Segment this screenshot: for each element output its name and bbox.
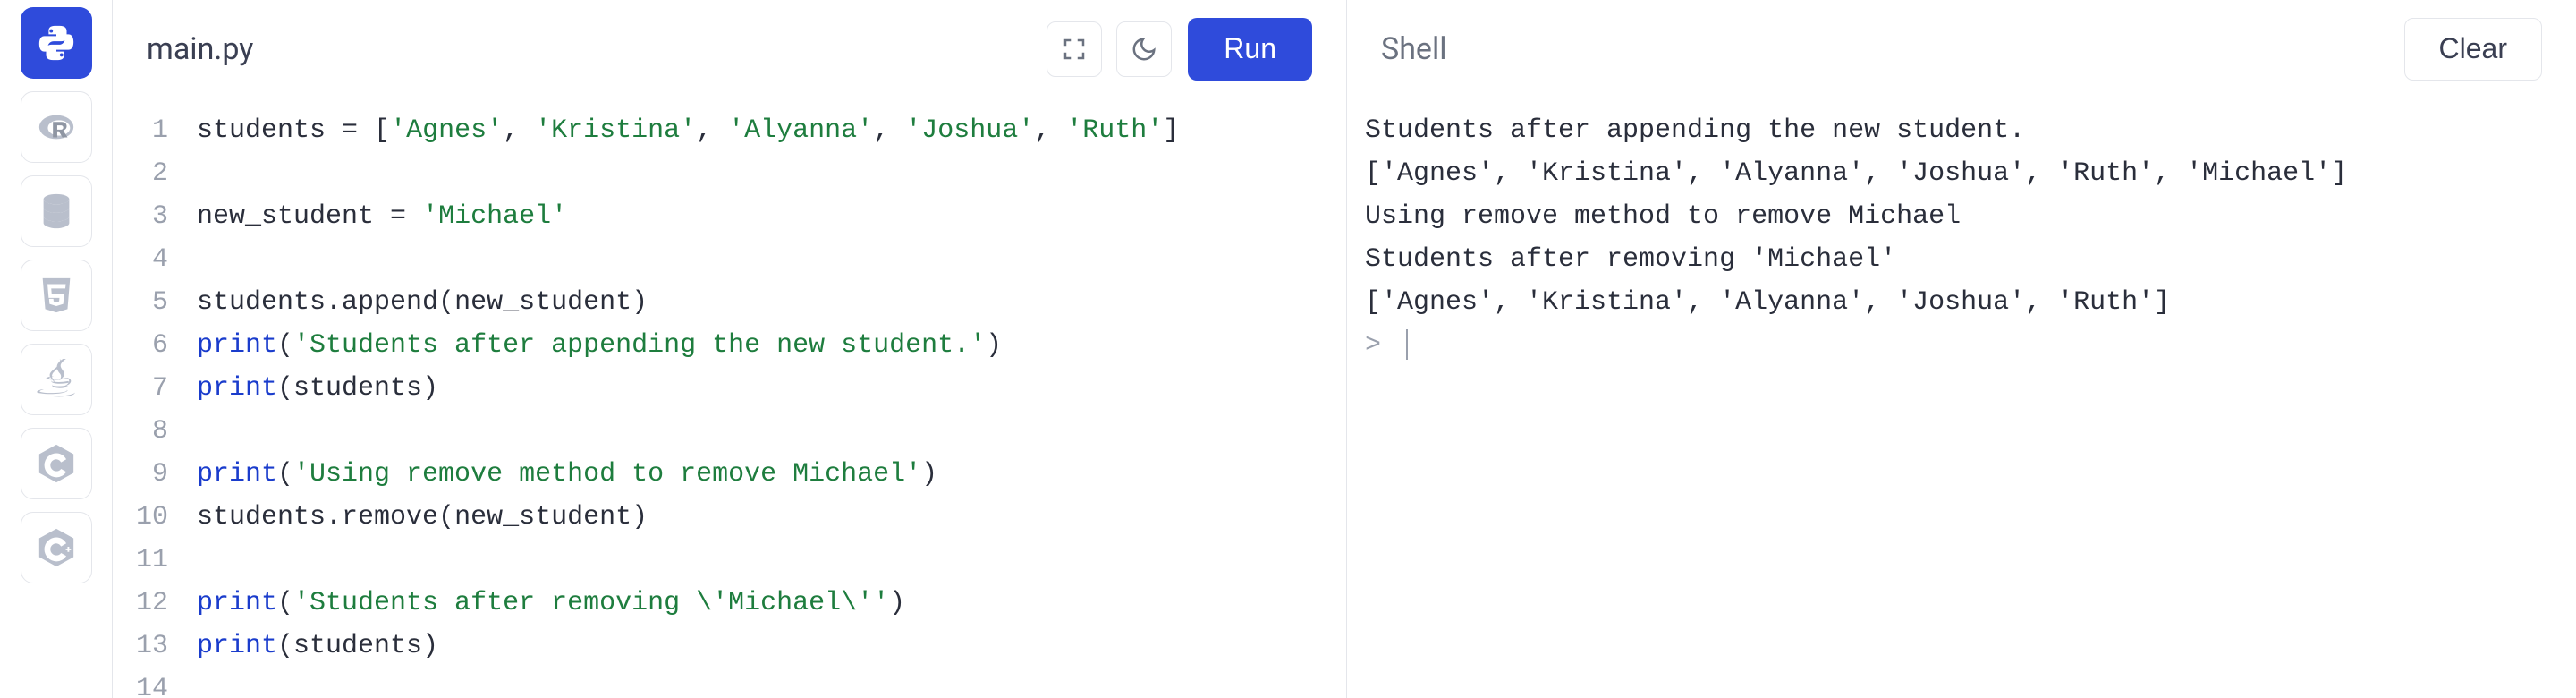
code-line[interactable]: students = ['Agnes', 'Kristina', 'Alyann… [197,109,1346,152]
run-button[interactable]: Run [1188,18,1312,81]
code-line[interactable] [197,539,1346,582]
lang-python-button[interactable] [21,7,92,79]
line-number: 11 [113,539,184,582]
editor-pane: main.py Run 1234567891011121314 students… [113,0,1347,698]
cursor [1406,329,1408,360]
code-line[interactable] [197,410,1346,453]
code-line[interactable] [197,152,1346,195]
shell-line: Students after appending the new student… [1365,109,2558,152]
line-number: 2 [113,152,184,195]
fullscreen-icon[interactable] [1046,21,1102,77]
code-line[interactable] [197,238,1346,281]
line-number: 9 [113,453,184,496]
line-number: 4 [113,238,184,281]
line-number: 13 [113,625,184,668]
code-line[interactable]: print('Students after removing \'Michael… [197,582,1346,625]
code-area[interactable]: 1234567891011121314 students = ['Agnes',… [113,98,1346,698]
lang-java-button[interactable] [21,344,92,415]
line-number: 7 [113,367,184,410]
language-rail [0,0,113,698]
line-number: 1 [113,109,184,152]
code-line[interactable] [197,668,1346,698]
shell-line: Using remove method to remove Michael [1365,195,2558,238]
shell-line: ['Agnes', 'Kristina', 'Alyanna', 'Joshua… [1365,281,2558,324]
code-line[interactable]: students.append(new_student) [197,281,1346,324]
lang-r-button[interactable] [21,91,92,163]
line-number: 10 [113,496,184,539]
line-number: 5 [113,281,184,324]
lang-sql-button[interactable] [21,175,92,247]
code-line[interactable]: print(students) [197,625,1346,668]
theme-toggle-icon[interactable] [1116,21,1172,77]
code-content[interactable]: students = ['Agnes', 'Kristina', 'Alyann… [184,98,1346,698]
shell-line: ['Agnes', 'Kristina', 'Alyanna', 'Joshua… [1365,152,2558,195]
shell-line: Students after removing 'Michael' [1365,238,2558,281]
shell-header: Shell Clear [1347,0,2576,98]
line-number: 3 [113,195,184,238]
line-number: 12 [113,582,184,625]
line-number: 8 [113,410,184,453]
code-line[interactable]: print(students) [197,367,1346,410]
code-line[interactable]: students.remove(new_student) [197,496,1346,539]
line-number: 6 [113,324,184,367]
editor-header: main.py Run [113,0,1346,98]
line-number: 14 [113,668,184,698]
lang-cpp-button[interactable] [21,512,92,583]
lang-c-button[interactable] [21,428,92,499]
main-area: main.py Run 1234567891011121314 students… [113,0,2576,698]
code-line[interactable]: print('Using remove method to remove Mic… [197,453,1346,496]
shell-pane: Shell Clear Students after appending the… [1347,0,2576,698]
shell-title: Shell [1381,31,1446,67]
shell-prompt[interactable]: > [1365,324,2558,367]
code-line[interactable]: print('Students after appending the new … [197,324,1346,367]
lang-html-button[interactable] [21,260,92,331]
code-line[interactable]: new_student = 'Michael' [197,195,1346,238]
shell-output[interactable]: Students after appending the new student… [1347,98,2576,698]
line-gutter: 1234567891011121314 [113,98,184,698]
filename-label: main.py [147,31,253,67]
clear-button[interactable]: Clear [2404,18,2542,81]
app-root: main.py Run 1234567891011121314 students… [0,0,2576,698]
